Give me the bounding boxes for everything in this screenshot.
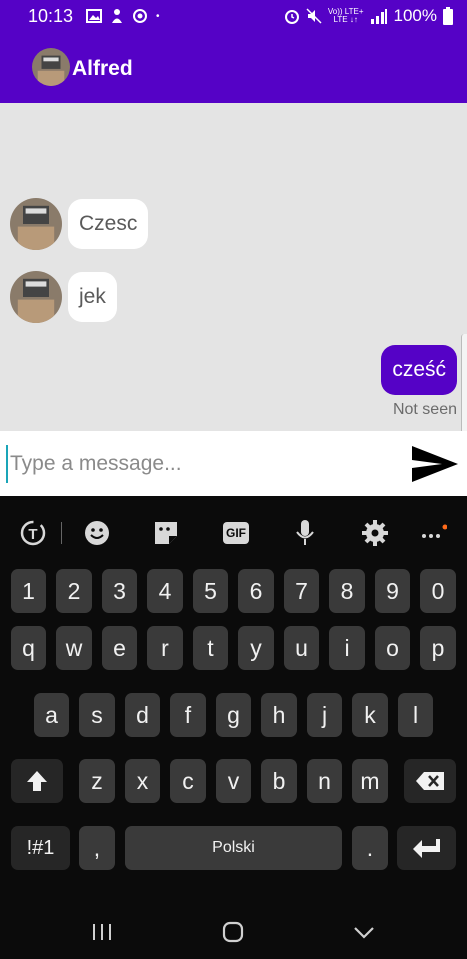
network-type: Vo)) LTE+ LTE ↓↑ <box>328 8 364 24</box>
message-bubble[interactable]: Czesc <box>68 199 149 249</box>
shift-key[interactable] <box>11 759 63 803</box>
home-button[interactable] <box>213 916 253 948</box>
key-r[interactable]: r <box>147 626 183 670</box>
dot-icon: • <box>156 10 160 22</box>
key-n[interactable]: n <box>307 759 342 803</box>
gif-label: GIF <box>223 522 249 544</box>
keyboard-toolbar: T GIF <box>0 496 467 570</box>
backspace-icon <box>416 772 444 790</box>
key-v[interactable]: v <box>216 759 251 803</box>
battery-percent: 100% <box>393 6 437 25</box>
key-b[interactable]: b <box>261 759 297 803</box>
key-q[interactable]: q <box>11 626 46 670</box>
avatar-photo <box>10 271 62 323</box>
contact-avatar[interactable] <box>32 48 70 86</box>
key-p[interactable]: p <box>420 626 456 670</box>
key-k[interactable]: k <box>352 693 388 737</box>
settings-icon[interactable] <box>358 516 392 550</box>
send-button[interactable] <box>408 441 460 487</box>
key-h[interactable]: h <box>261 693 297 737</box>
key-u[interactable]: u <box>284 626 319 670</box>
top-bar: 10:13 • Vo)) LTE+ LTE ↓↑ 100% Alfred <box>0 0 467 103</box>
soft-keyboard: T GIF 1 2 3 4 5 6 7 8 9 0 q w e r t y u … <box>0 496 467 959</box>
key-7[interactable]: 7 <box>284 569 319 613</box>
svg-text:T: T <box>28 526 37 543</box>
key-2[interactable]: 2 <box>56 569 92 613</box>
key-d[interactable]: d <box>125 693 160 737</box>
key-z[interactable]: z <box>79 759 115 803</box>
sender-avatar <box>10 271 62 323</box>
emoji-icon[interactable] <box>80 516 114 550</box>
send-icon <box>412 446 458 482</box>
key-i[interactable]: i <box>329 626 365 670</box>
enter-key[interactable] <box>397 826 456 870</box>
recent-apps-button[interactable] <box>82 916 122 948</box>
sync-icon <box>133 9 147 23</box>
key-t[interactable]: t <box>193 626 228 670</box>
message-bubble[interactable]: jek <box>68 272 117 322</box>
contact-name[interactable]: Alfred <box>72 57 133 81</box>
avatar-photo <box>32 48 70 86</box>
navigation-bar <box>0 904 467 959</box>
key-o[interactable]: o <box>375 626 410 670</box>
key-c[interactable]: c <box>170 759 206 803</box>
key-w[interactable]: w <box>56 626 92 670</box>
more-icon[interactable] <box>415 516 449 550</box>
period-key[interactable]: . <box>352 826 388 870</box>
key-1[interactable]: 1 <box>11 569 46 613</box>
key-m[interactable]: m <box>352 759 388 803</box>
shift-icon <box>27 771 47 791</box>
symbols-key[interactable]: !#1 <box>11 826 70 870</box>
enter-icon <box>412 839 440 858</box>
sender-avatar <box>10 198 62 250</box>
gallery-icon <box>86 9 102 23</box>
key-x[interactable]: x <box>125 759 160 803</box>
battery-icon <box>443 7 453 25</box>
chat-area[interactable]: Czesc jek cześć Not seen <box>0 103 467 431</box>
key-6[interactable]: 6 <box>238 569 274 613</box>
key-g[interactable]: g <box>216 693 251 737</box>
key-3[interactable]: 3 <box>102 569 137 613</box>
message-incoming: Czesc <box>10 198 149 250</box>
recent-apps-icon <box>93 924 111 940</box>
space-key[interactable]: Polski <box>125 826 342 870</box>
read-status: Not seen <box>392 401 457 418</box>
gif-icon[interactable]: GIF <box>219 516 253 550</box>
key-f[interactable]: f <box>170 693 206 737</box>
key-e[interactable]: e <box>102 626 137 670</box>
key-8[interactable]: 8 <box>329 569 365 613</box>
home-icon <box>222 921 244 943</box>
key-l[interactable]: l <box>398 693 433 737</box>
key-a[interactable]: a <box>34 693 69 737</box>
alarm-icon <box>284 10 299 24</box>
sticker-icon[interactable] <box>149 516 183 550</box>
toolbar-divider <box>61 522 62 544</box>
key-4[interactable]: 4 <box>147 569 183 613</box>
composer-bar <box>0 431 467 496</box>
key-0[interactable]: 0 <box>420 569 456 613</box>
key-j[interactable]: j <box>307 693 342 737</box>
network-label-2: LTE ↓↑ <box>333 15 358 24</box>
back-button[interactable] <box>344 916 384 948</box>
avatar-photo <box>10 198 62 250</box>
key-y[interactable]: y <box>238 626 274 670</box>
translate-icon[interactable]: T <box>16 516 50 550</box>
key-5[interactable]: 5 <box>193 569 228 613</box>
comma-key[interactable]: , <box>79 826 115 870</box>
mute-icon <box>306 8 322 24</box>
app-notification-icon <box>112 9 122 23</box>
microphone-icon[interactable] <box>288 516 322 550</box>
signal-icon <box>370 9 387 24</box>
status-time: 10:13 <box>28 6 74 26</box>
chevron-down-icon <box>354 927 374 939</box>
key-9[interactable]: 9 <box>375 569 410 613</box>
status-bar: 10:13 • Vo)) LTE+ LTE ↓↑ 100% <box>0 0 467 34</box>
message-input[interactable] <box>6 445 402 483</box>
backspace-key[interactable] <box>404 759 456 803</box>
message-incoming: jek <box>10 271 117 323</box>
message-outgoing[interactable]: cześć <box>381 345 457 395</box>
key-s[interactable]: s <box>79 693 115 737</box>
